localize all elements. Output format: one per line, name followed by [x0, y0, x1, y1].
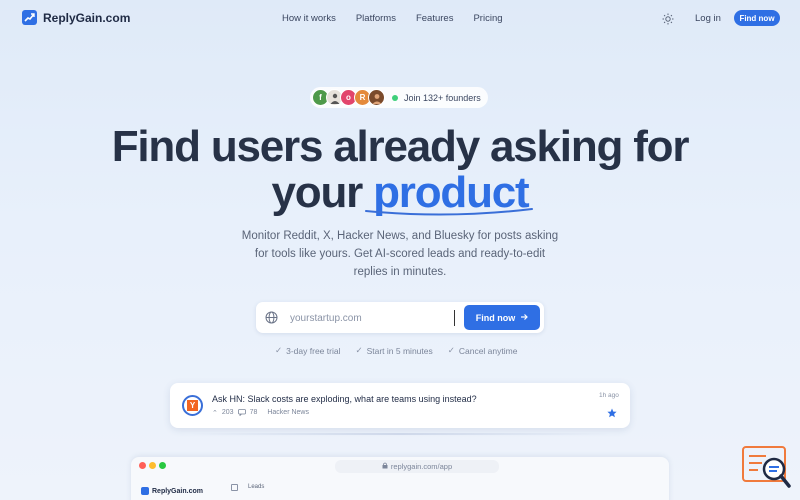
- hero-subtitle: Monitor Reddit, X, Hacker News, and Blue…: [241, 230, 559, 278]
- app-logo-text: ReplyGain.com: [152, 487, 203, 495]
- nav-links: How it works Platforms Features Pricing: [282, 13, 523, 24]
- perk-label: Start in 5 minutes: [366, 345, 433, 356]
- hero-title-line1: Find users already asking for: [111, 122, 690, 171]
- logo-chart-icon: [22, 10, 37, 25]
- app-section-title: Leads: [248, 484, 265, 490]
- close-dot: [139, 462, 146, 469]
- check-icon: ✓: [355, 345, 363, 355]
- perks-list: ✓ 3-day free trial ✓ Start in 5 minutes ✓ C…: [275, 345, 532, 356]
- check-icon: ✓: [275, 345, 283, 355]
- minimize-dot: [149, 462, 156, 469]
- check-icon: ✓: [447, 345, 455, 355]
- logo-text: ReplyGain.com: [43, 10, 131, 25]
- search-bar: Find now: [256, 302, 544, 333]
- nav-link-pricing[interactable]: Pricing: [473, 13, 502, 24]
- lead-meta: ⌃ 203 78 Hacker News: [212, 409, 309, 418]
- login-link[interactable]: Log in: [695, 13, 721, 24]
- nav-find-now-button[interactable]: Find now: [734, 10, 780, 26]
- perk-item: ✓ 3-day free trial: [275, 345, 340, 356]
- platform-label: Hacker News: [267, 409, 309, 416]
- maximize-dot: [159, 462, 166, 469]
- find-now-button[interactable]: Find now: [464, 305, 540, 330]
- source-letter: Y: [187, 400, 198, 411]
- comment-icon: [237, 409, 246, 418]
- app-preview-window: replygain.com/app ReplyGain.com Leads: [131, 457, 669, 500]
- founder-avatars: f o R: [312, 89, 385, 106]
- comment-count: 78: [249, 409, 258, 416]
- logo[interactable]: ReplyGain.com: [22, 10, 130, 25]
- avatar: [368, 89, 385, 106]
- lead-time: 1h ago: [599, 392, 619, 399]
- lock-icon: [382, 462, 388, 471]
- perk-item: ✓ Cancel anytime: [448, 345, 518, 356]
- hero-title-plain: your: [271, 168, 364, 217]
- perk-item: ✓ Start in 5 minutes: [355, 345, 432, 356]
- pill-text: Join 132+ founders: [404, 92, 481, 103]
- find-now-label: Find now: [475, 312, 516, 323]
- upvote-icon: ⌃: [212, 410, 218, 417]
- url-text: replygain.com/app: [390, 462, 453, 471]
- arrow-right-icon: [520, 313, 529, 323]
- social-proof-pill: f o R Join 132+ founders: [310, 87, 488, 108]
- online-dot: [392, 94, 398, 101]
- app-logo-icon: [141, 487, 149, 495]
- sidebar-toggle-icon: [231, 484, 238, 491]
- lead-card[interactable]: Y Ask HN: Slack costs are exploding, wha…: [170, 383, 630, 428]
- perk-label: Cancel anytime: [458, 345, 518, 356]
- feedback-widget-icon[interactable]: [742, 446, 792, 490]
- app-logo: ReplyGain.com: [141, 487, 203, 495]
- nav-link-how-it-works[interactable]: How it works: [282, 13, 336, 24]
- nav-link-platforms[interactable]: Platforms: [356, 13, 396, 24]
- card-shadow-line: [190, 433, 610, 435]
- lead-title: Ask HN: Slack costs are exploding, what …: [212, 394, 477, 404]
- website-input[interactable]: [290, 310, 455, 326]
- top-nav: ReplyGain.com How it works Platforms Fea…: [0, 0, 800, 36]
- theme-toggle-sun-icon[interactable]: [662, 12, 674, 25]
- url-bar: replygain.com/app: [335, 460, 499, 473]
- globe-icon: [265, 311, 278, 324]
- star-icon[interactable]: [607, 405, 617, 418]
- accent-underline: [365, 208, 533, 216]
- upvote-count: 203: [221, 409, 234, 416]
- nav-link-features[interactable]: Features: [416, 13, 454, 24]
- perk-label: 3-day free trial: [286, 345, 341, 356]
- hacker-news-icon: Y: [182, 395, 203, 416]
